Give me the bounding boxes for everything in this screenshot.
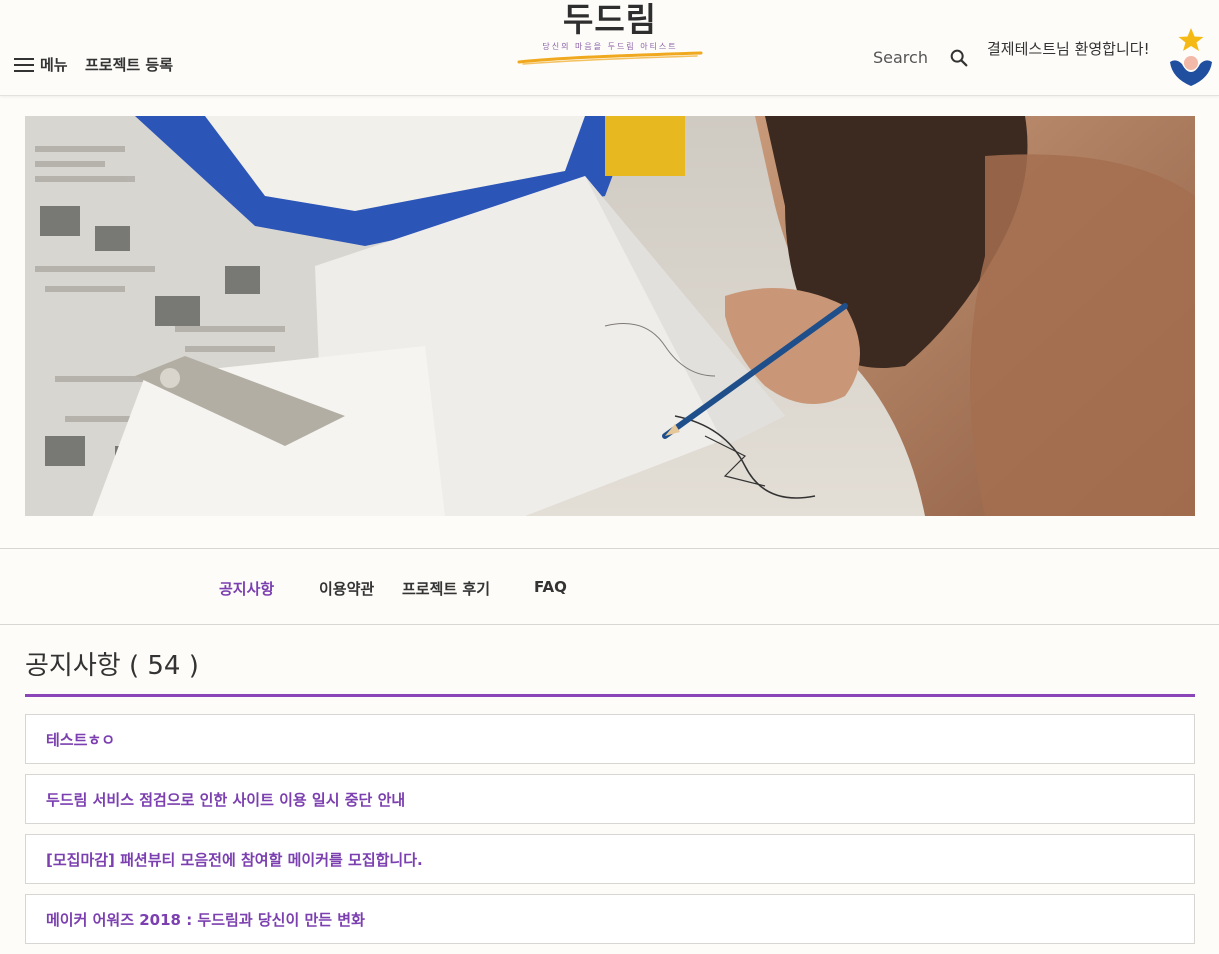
site-logo[interactable]: 두드림 당신의 마음을 두드림 아티스트 [515,0,705,70]
hamburger-icon [14,57,34,72]
user-avatar-icon[interactable] [1166,26,1216,88]
notice-list: 테스트ㅎㅇ 두드림 서비스 점검으로 인한 사이트 이용 일시 중단 안내 [모… [25,714,1195,954]
notice-title[interactable]: [모집마감] 패션뷰티 모음전에 참여할 메이커를 모집합니다. [46,849,423,870]
list-item[interactable]: 두드림 서비스 점검으로 인한 사이트 이용 일시 중단 안내 [25,774,1195,824]
logo-brush-stroke-icon [517,51,703,65]
tab-notice[interactable]: 공지사항 [219,578,274,599]
list-item[interactable]: [모집마감] 패션뷰티 모음전에 참여할 메이커를 모집합니다. [25,834,1195,884]
notice-title[interactable]: 메이커 어워즈 2018 : 두드림과 당신이 만든 변화 [46,909,365,930]
logo-title: 두드림 [562,0,658,39]
menu-label: 메뉴 [40,56,68,74]
notice-title[interactable]: 두드림 서비스 점검으로 인한 사이트 이용 일시 중단 안내 [46,789,405,810]
tab-faq[interactable]: FAQ [534,578,567,596]
site-header: 메뉴 프로젝트 등록 두드림 당신의 마음을 두드림 아티스트 Search 결… [0,0,1219,96]
board-tabs: 공지사항 이용약관 프로젝트 후기 FAQ [0,548,1219,625]
notice-title[interactable]: 테스트ㅎㅇ [46,729,115,750]
list-item[interactable]: 메이커 어워즈 2018 : 두드림과 당신이 만든 변화 [25,894,1195,944]
page-title: 공지사항 ( 54 ) [25,651,199,681]
project-register-link[interactable]: 프로젝트 등록 [85,54,173,75]
artist-drawing-illustration [25,116,1195,516]
list-item[interactable]: 테스트ㅎㅇ [25,714,1195,764]
search-icon[interactable] [948,47,970,69]
menu-button[interactable]: 메뉴 [14,54,68,75]
welcome-text: 결제테스트님 환영합니다! [987,40,1150,58]
tab-project-reviews[interactable]: 프로젝트 후기 [402,578,490,599]
tab-terms[interactable]: 이용약관 [319,578,374,599]
search-label[interactable]: Search [873,48,928,67]
title-divider [25,694,1195,697]
hero-image [25,116,1195,516]
